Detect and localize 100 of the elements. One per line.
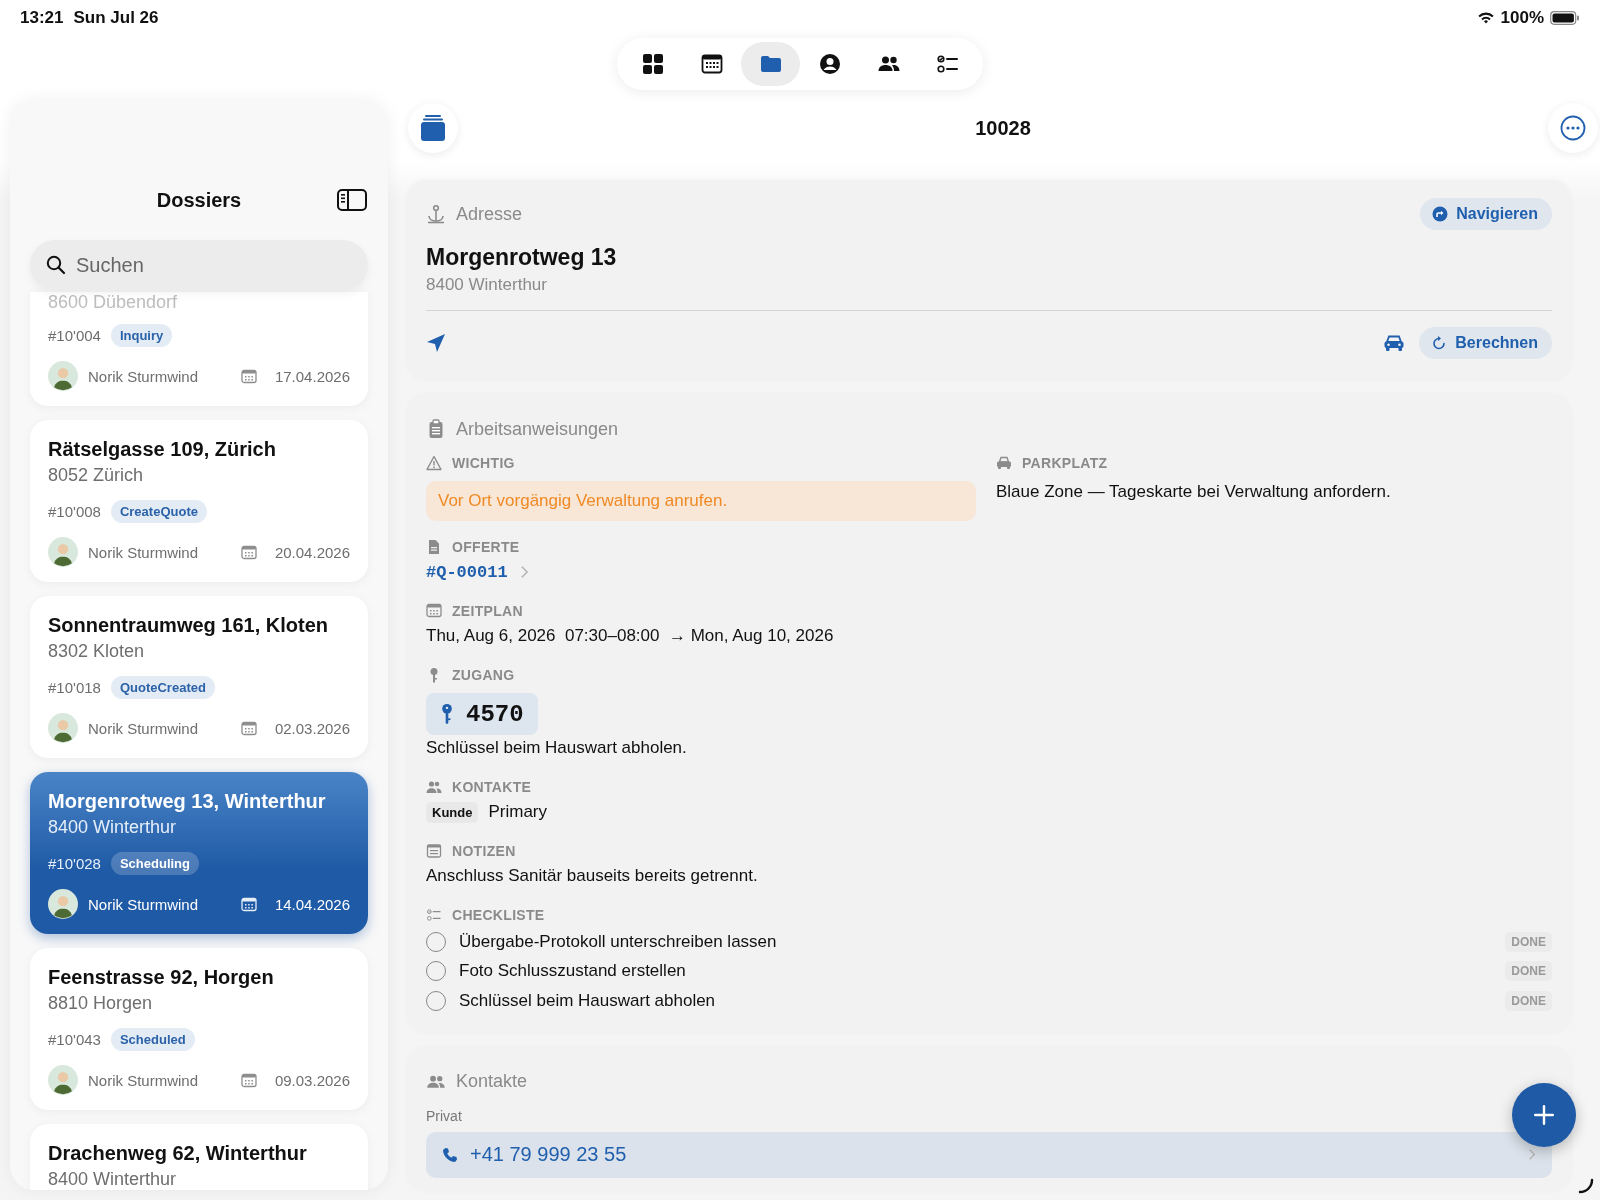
calendar-icon (426, 603, 442, 619)
status-badge: Inquiry (110, 323, 173, 347)
dossier-city: 8400 Winterthur (48, 1168, 178, 1190)
dossier-title: Feenstrasse 92, Horgen (48, 965, 275, 990)
status-date: Sun Jul 26 (73, 8, 159, 28)
contact-group: Privat (426, 1107, 462, 1124)
status-time: 13:21 (20, 8, 64, 28)
more-icon (1560, 115, 1586, 141)
field-label: PARKPLATZ (1022, 455, 1108, 471)
search-field[interactable]: Suchen (30, 240, 368, 290)
warning-icon (426, 455, 442, 471)
assignee-name: Norik Sturmwind (88, 367, 200, 385)
access-text: Schlüssel beim Hauswart abholen. (426, 737, 688, 759)
section-title: Arbeitsanweisungen (456, 418, 620, 440)
field-label: WICHTIG (452, 455, 515, 471)
calendar-icon (240, 544, 257, 560)
dossier-date: 14.04.2026 (274, 895, 350, 913)
status-badge: CreateQuote (110, 499, 207, 523)
role-tag: Kunde (426, 801, 479, 823)
assignee-name: Norik Sturmwind (88, 719, 200, 737)
assignee-name: Norik Sturmwind (88, 1071, 200, 1089)
dossier-date: 20.04.2026 (274, 543, 350, 561)
assignee-name: Norik Sturmwind (88, 895, 200, 913)
dossier-city: 8052 Zürich (48, 464, 145, 487)
address-city: 8400 Winterthur (426, 272, 1552, 311)
status-badge: QuoteCreated (110, 675, 215, 699)
sidebar-icon (337, 189, 367, 211)
checklist-item: Foto Schlusszustand erstellen (459, 961, 687, 982)
car-icon (996, 455, 1012, 471)
phone-row[interactable]: +41 79 999 23 55 (426, 1131, 1552, 1178)
tab[interactable] (741, 42, 800, 86)
dossier-number: #10'043 (48, 1030, 101, 1048)
assignee-name: Norik Sturmwind (88, 543, 200, 561)
key-icon (440, 703, 454, 725)
section-title: Adresse (456, 203, 524, 225)
field-label: ZEITPLAN (452, 603, 523, 619)
dossier-title: Drachenweg 62, Winterthur (48, 1141, 308, 1166)
dossier-title: Rätselgasse 109, Zürich (48, 437, 277, 462)
schedule-text: Thu, Aug 6, 2026 07:30–08:00 → Mon, Aug 10, 2026 (426, 625, 835, 647)
sidebar-toggle-button[interactable] (336, 186, 368, 214)
dossier-date: 09.03.2026 (274, 1071, 350, 1089)
contact-name: Primary (488, 801, 547, 823)
avatar-icon (48, 537, 78, 567)
quote-link[interactable]: #Q-00011 (426, 562, 508, 582)
avatar-icon (48, 361, 78, 391)
dossier-card[interactable]: Sonnentraumweg 161, Kloten 8302 Kloten #10'018 QuoteCreated Norik Sturmwind 02.03.2026 (30, 596, 368, 758)
refresh-icon (1431, 335, 1448, 351)
avatar-icon (48, 713, 78, 743)
field-label: KONTAKTE (452, 779, 532, 795)
field-label: NOTIZEN (452, 843, 516, 859)
grid-icon (640, 52, 665, 76)
field-label: ZUGANG (452, 667, 515, 683)
document-icon (426, 539, 442, 555)
dossier-city: 8400 Winterthur (48, 816, 178, 839)
car-icon (1383, 334, 1406, 352)
dossier-number: #10'008 (48, 502, 101, 520)
avatar-icon (48, 1065, 78, 1095)
field-label: OFFERTE (452, 539, 520, 555)
dossier-card[interactable]: Drachenweg 62, Winterthur 8400 Winterthur (30, 1124, 368, 1190)
dossier-city: 8600 Dübendorf (48, 292, 179, 312)
plus-icon (1532, 1103, 1556, 1127)
stack-icon (419, 114, 447, 142)
calendar-icon (240, 368, 257, 384)
anchor-icon (426, 204, 446, 224)
dossier-number: #10'028 (48, 854, 101, 872)
navigate-button[interactable]: Navigieren (1420, 198, 1552, 230)
dossier-city: 8810 Horgen (48, 992, 154, 1015)
dossier-card[interactable]: Feenstrasse 92, Horgen 8810 Horgen #10'043 Scheduled Norik Sturmwind 09.03.2026 (30, 948, 368, 1110)
avatar-icon (48, 889, 78, 919)
calendar-icon (699, 52, 724, 76)
note-icon (426, 843, 442, 859)
sidebar-title: Dossiers (156, 188, 242, 213)
notes-text: Anschluss Sanitär bauseits bereits getrennt. (426, 865, 759, 887)
status-badge: Scheduled (110, 1027, 195, 1051)
dossier-number: #10'018 (48, 678, 101, 696)
phone-number[interactable]: +41 79 999 23 55 (470, 1143, 627, 1166)
chevron-right-icon (1528, 1148, 1536, 1161)
street-address: Morgenrotweg 13 (426, 243, 618, 272)
location-arrow-icon (426, 333, 446, 353)
page-title: 10028 (975, 116, 1031, 140)
dossier-date: 17.04.2026 (274, 367, 350, 385)
dossier-card[interactable]: Morgenrotweg 13, Winterthur 8400 Winterthur #10'028 Scheduling Norik Sturmwind 14.04.2026 (30, 772, 368, 934)
dossier-card[interactable]: 8600 Dübendorf #10'004 Inquiry Norik Sturmwind 17.04.2026 (30, 292, 368, 406)
dossier-title: Morgenrotweg 13, Winterthur (48, 789, 327, 814)
section-title: Kontakte (456, 1071, 529, 1092)
checklist-item: Übergabe-Protokoll unterschreiben lassen (459, 931, 778, 952)
calendar-icon (240, 1072, 257, 1088)
battery-icon (1550, 11, 1580, 25)
parking-text: Blaue Zone — Tageskarte bei Verwaltung anfordern. (996, 481, 1392, 503)
phone-icon (442, 1146, 458, 1163)
warning-message: Vor Ort vorgängig Verwaltung anrufen. (426, 481, 976, 521)
chevron-right-icon (519, 565, 529, 579)
direction-icon (1432, 206, 1449, 222)
checklist-item: Schlüssel beim Hauswart abholen (459, 990, 717, 1011)
resize-handle-icon (1578, 1178, 1594, 1194)
calculate-button[interactable]: Berechnen (1419, 327, 1552, 359)
dossier-number: #10'004 (48, 326, 101, 344)
checklist-icon (935, 52, 960, 76)
dossier-card[interactable]: Rätselgasse 109, Zürich 8052 Zürich #10'008 CreateQuote Norik Sturmwind 20.04.2026 (30, 420, 368, 582)
calendar-icon (240, 720, 257, 736)
